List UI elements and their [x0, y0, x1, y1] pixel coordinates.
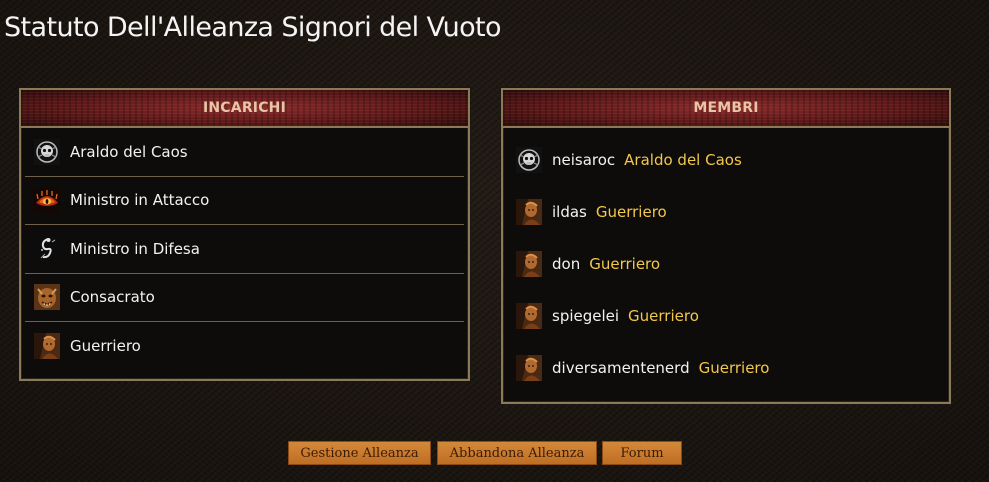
warrior-portrait-icon	[34, 332, 60, 359]
roles-list: Araldo del Caos Ministro in Attacco Mini…	[21, 128, 468, 370]
skull-emblem-icon	[34, 138, 60, 165]
forum-button[interactable]: Forum	[602, 441, 682, 465]
member-name-link[interactable]: ildas	[552, 203, 587, 221]
member-name-link[interactable]: don	[552, 255, 580, 273]
role-item-guerriero: Guerriero	[25, 322, 464, 370]
member-role-label: Guerriero	[595, 203, 667, 221]
member-item-spiegelei: spiegelei Guerriero	[503, 290, 949, 342]
members-panel-title: MEMBRI	[693, 100, 759, 116]
warrior-portrait-icon	[516, 355, 542, 381]
roles-panel-title: INCARICHI	[202, 100, 287, 116]
member-role-label: Guerriero	[589, 255, 661, 273]
warrior-portrait-icon	[516, 251, 542, 277]
role-label: Ministro in Difesa	[70, 239, 200, 258]
flaming-eye-icon	[34, 187, 60, 214]
warrior-portrait-icon	[516, 199, 542, 225]
member-role-label: Araldo del Caos	[624, 151, 742, 169]
member-name-link[interactable]: spiegelei	[552, 307, 619, 325]
roles-panel-header: INCARICHI	[21, 90, 468, 128]
role-item-consacrato: Consacrato	[25, 274, 464, 322]
member-name-link[interactable]: diversamentenerd	[552, 359, 690, 377]
role-label: Ministro in Attacco	[70, 191, 210, 210]
member-name-link[interactable]: neisaroc	[552, 151, 615, 169]
role-label: Araldo del Caos	[70, 142, 188, 161]
leave-alliance-button[interactable]: Abbandona Alleanza	[437, 441, 597, 465]
manage-alliance-button[interactable]: Gestione Alleanza	[288, 441, 431, 465]
serpent-shield-icon	[34, 235, 60, 262]
member-item-diversamentenerd: diversamentenerd Guerriero	[503, 342, 949, 394]
roles-panel: INCARICHI Araldo del Caos Ministro in At…	[19, 88, 470, 381]
role-label: Consacrato	[70, 288, 155, 307]
members-panel: MEMBRI neisaroc Araldo del Caos ildas Gu…	[501, 88, 951, 404]
member-role-label: Guerriero	[628, 307, 699, 325]
page-title: Statuto Dell'Alleanza Signori del Vuoto	[4, 12, 502, 43]
role-item-ministro-difesa: Ministro in Difesa	[25, 225, 464, 274]
member-item-don: don Guerriero	[503, 238, 949, 290]
warrior-portrait-icon	[516, 303, 542, 329]
members-list: neisaroc Araldo del Caos ildas Guerriero	[503, 128, 949, 394]
role-item-araldo: Araldo del Caos	[25, 128, 464, 177]
role-item-ministro-attacco: Ministro in Attacco	[25, 177, 464, 225]
skull-emblem-icon	[516, 147, 542, 173]
member-role-label: Guerriero	[698, 359, 770, 377]
demon-face-icon	[34, 284, 60, 311]
role-label: Guerriero	[70, 336, 141, 355]
members-panel-header: MEMBRI	[503, 90, 949, 128]
member-item-ildas: ildas Guerriero	[503, 186, 949, 238]
member-item-neisaroc: neisaroc Araldo del Caos	[503, 134, 949, 186]
